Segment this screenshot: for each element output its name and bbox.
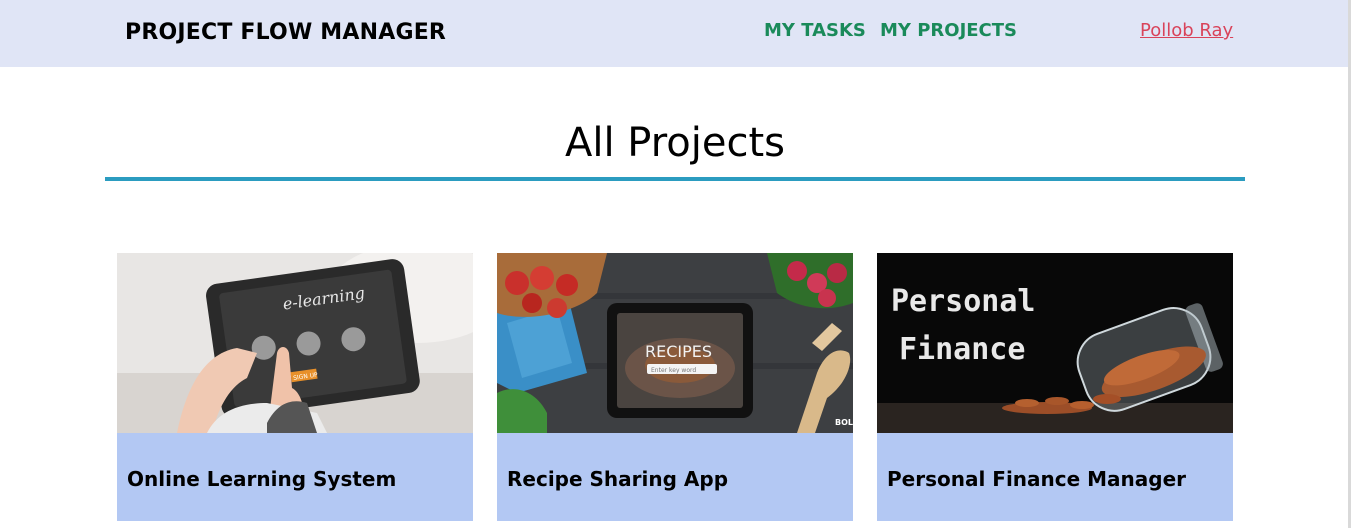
image-watermark: BOL: [835, 418, 853, 427]
finance-chalk-line-1: Personal: [891, 284, 1036, 319]
brand-title[interactable]: PROJECT FLOW MANAGER: [125, 20, 446, 45]
recipes-heading: RECIPES: [645, 342, 712, 361]
finance-chalk-line-2: Finance: [899, 332, 1025, 367]
project-card-recipe-sharing[interactable]: RECIPES Enter key word BOL Recipe Sharin…: [497, 253, 853, 521]
project-card-body: Recipe Sharing App: [497, 433, 853, 521]
project-card-body: Online Learning System: [117, 433, 473, 521]
project-title[interactable]: Online Learning System: [127, 467, 396, 491]
nav-my-projects[interactable]: MY PROJECTS: [880, 20, 1017, 41]
project-title[interactable]: Recipe Sharing App: [507, 467, 728, 491]
nav-my-tasks[interactable]: MY TASKS: [764, 20, 866, 41]
project-title[interactable]: Personal Finance Manager: [887, 467, 1186, 491]
user-profile-link[interactable]: Pollob Ray: [1140, 20, 1233, 41]
project-image-finance: Personal Finance: [877, 253, 1233, 433]
project-card-personal-finance[interactable]: Personal Finance Personal Finance Manage…: [877, 253, 1233, 521]
project-card-body: Personal Finance Manager: [877, 433, 1233, 521]
page-title: All Projects: [565, 120, 785, 166]
project-image-elearning: e-learning SIGN UP: [117, 253, 473, 433]
project-card-online-learning[interactable]: e-learning SIGN UP Online Learning Syste…: [117, 253, 473, 521]
recipes-search-placeholder: Enter key word: [651, 367, 696, 374]
project-image-recipes: RECIPES Enter key word BOL: [497, 253, 853, 433]
navbar: PROJECT FLOW MANAGER MY TASKS MY PROJECT…: [0, 0, 1351, 67]
title-divider: [105, 177, 1245, 181]
